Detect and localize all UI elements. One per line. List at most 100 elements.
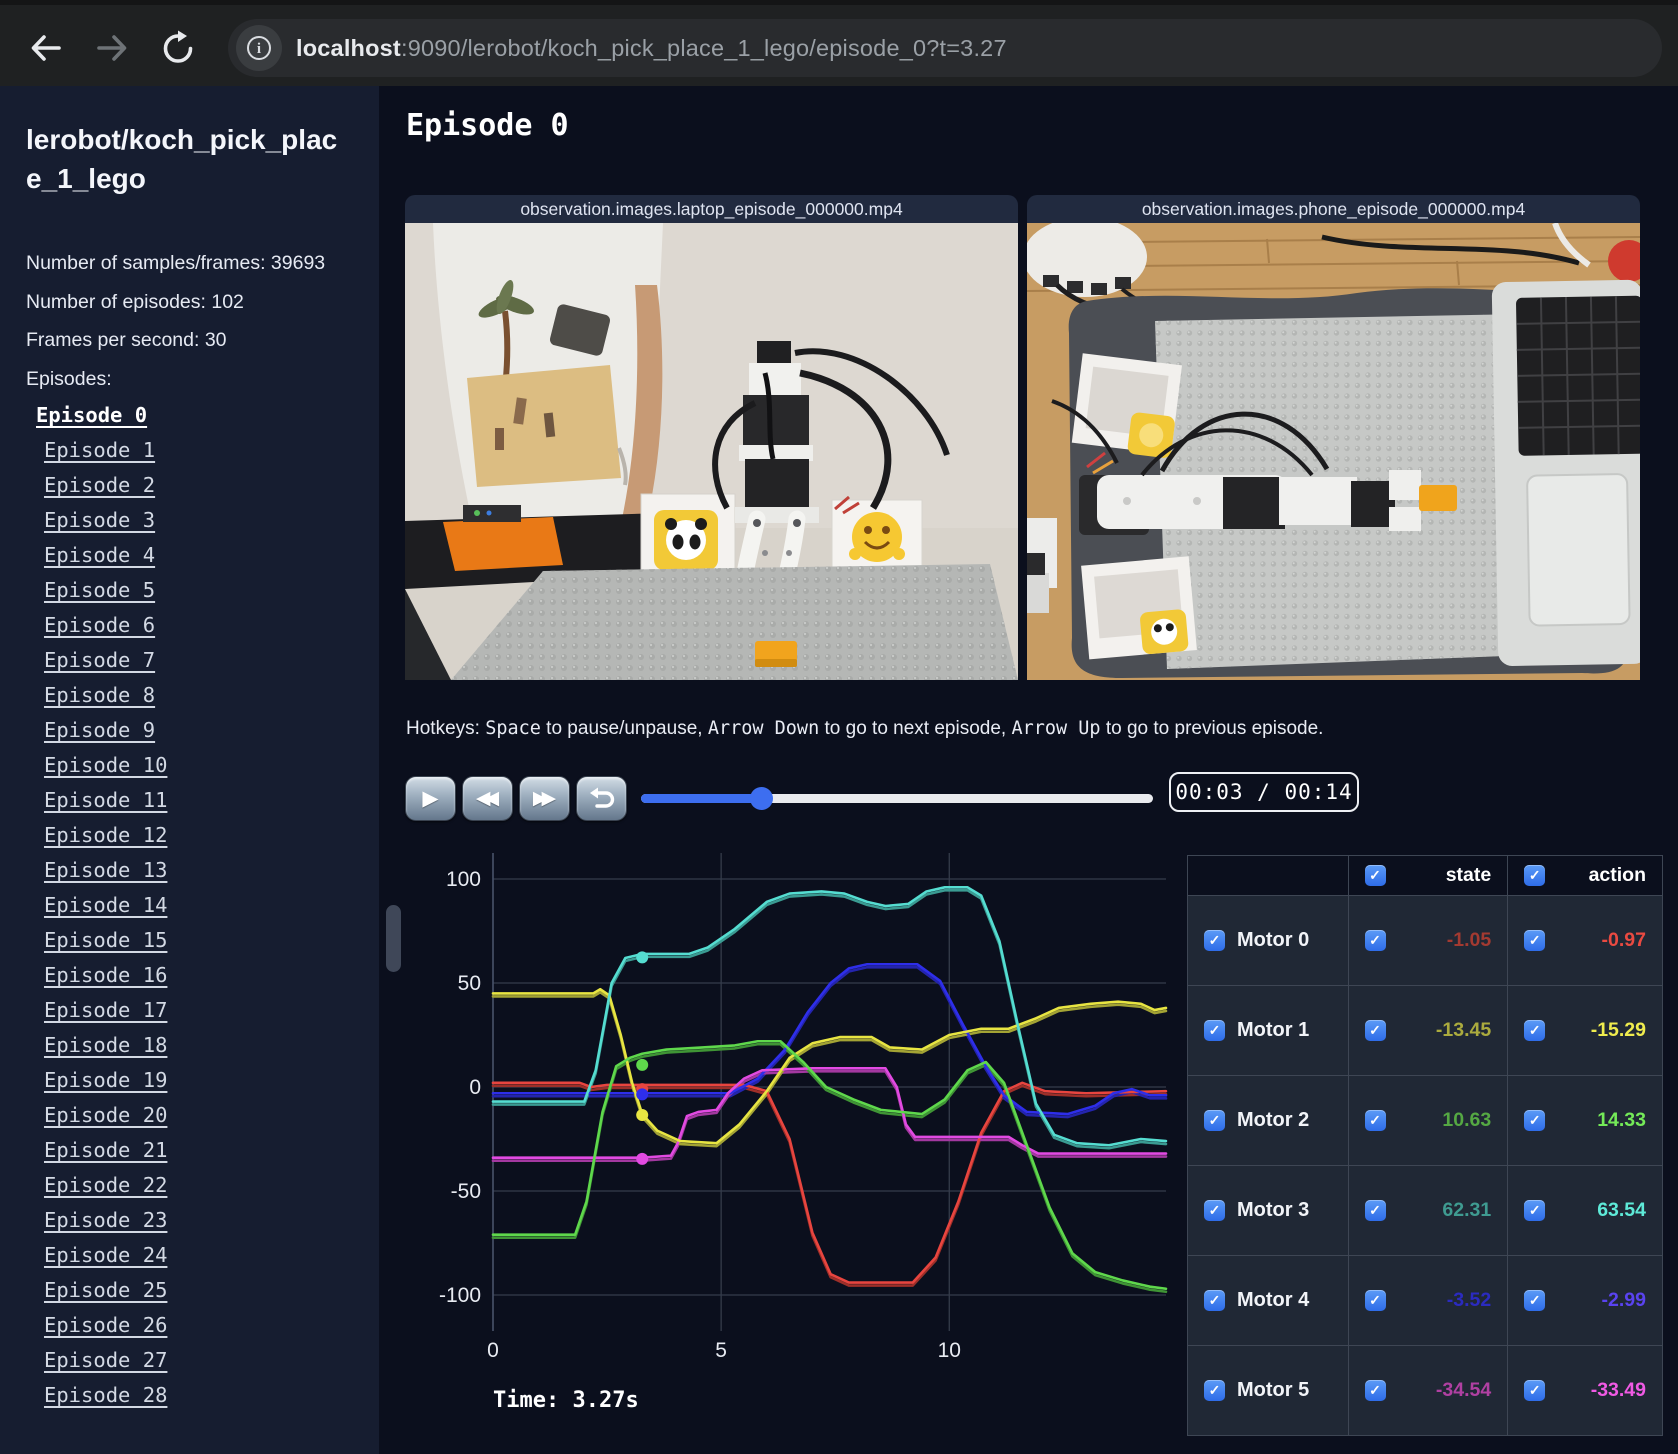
episode-link[interactable]: Episode 22 (44, 1168, 167, 1203)
back-icon[interactable] (26, 28, 66, 68)
episode-link[interactable]: Episode 18 (44, 1028, 167, 1063)
slider-thumb[interactable] (749, 787, 773, 810)
seek-slider[interactable] (641, 786, 1153, 810)
rewind-button[interactable]: ◀◀ (462, 776, 513, 821)
fast-forward-button[interactable]: ▶▶ (519, 776, 570, 821)
state-value: -3.52 (1446, 1289, 1492, 1311)
episode-link[interactable]: Episode 27 (44, 1343, 167, 1378)
episode-heading: Episode 0 (406, 108, 569, 143)
browser-toolbar: i localhost:9090/lerobot/koch_pick_place… (0, 0, 1678, 86)
episode-link[interactable]: Episode 20 (44, 1098, 167, 1133)
state-checkbox[interactable]: ✓ (1364, 1020, 1386, 1041)
time-display: 00:03 / 00:14 (1169, 772, 1359, 812)
motor-checkbox[interactable]: ✓ (1204, 1110, 1225, 1131)
box-top-left (1071, 353, 1182, 458)
state-value: 10.63 (1442, 1109, 1492, 1131)
chart-line (491, 889, 1168, 1150)
episodes-label: Episodes: (26, 367, 112, 390)
rewind-icon: ◀◀ (475, 788, 499, 809)
episode-link[interactable]: Episode 19 (44, 1063, 167, 1098)
motor-row: ✓ Motor 2 ✓ 10.63 ✓ 14.33 (1187, 1075, 1663, 1166)
episode-link[interactable]: Episode 17 (44, 993, 167, 1028)
state-checkbox[interactable]: ✓ (1364, 1290, 1386, 1311)
laptop-video[interactable] (405, 223, 1018, 680)
episode-link[interactable]: Episode 9 (44, 713, 155, 748)
state-value: -1.05 (1446, 929, 1492, 951)
motor-name: Motor 3 (1237, 1199, 1310, 1221)
x-tick-label: 10 (938, 1339, 961, 1362)
action-checkbox[interactable]: ✓ (1524, 1290, 1546, 1311)
episode-link[interactable]: Episode 0 (36, 398, 147, 433)
url-text: localhost:9090/lerobot/koch_pick_place_1… (296, 34, 1007, 61)
play-button[interactable]: ▶ (405, 776, 456, 821)
y-tick-label: -100 (439, 1284, 481, 1307)
action-column-checkbox[interactable]: ✓ (1524, 865, 1546, 886)
action-checkbox[interactable]: ✓ (1524, 930, 1546, 951)
slider-fill (641, 794, 761, 803)
state-value: -34.54 (1435, 1379, 1492, 1401)
action-checkbox[interactable]: ✓ (1524, 1110, 1546, 1131)
episode-link[interactable]: Episode 23 (44, 1203, 167, 1238)
motor-checkbox[interactable]: ✓ (1204, 1020, 1225, 1041)
episode-link[interactable]: Episode 14 (44, 888, 167, 923)
episode-link[interactable]: Episode 25 (44, 1273, 167, 1308)
state-checkbox[interactable]: ✓ (1364, 1380, 1386, 1401)
phone-video[interactable] (1027, 223, 1640, 680)
episode-link[interactable]: Episode 3 (44, 503, 155, 538)
address-bar[interactable]: i localhost:9090/lerobot/koch_pick_place… (228, 19, 1662, 77)
episode-link[interactable]: Episode 5 (44, 573, 155, 608)
episode-link[interactable]: Episode 21 (44, 1133, 167, 1168)
box-bottom-left (1081, 556, 1197, 660)
episode-list: Episode 0 Episode 1 Episode 2 Episode 3 Epis… (0, 398, 379, 1413)
episode-link[interactable]: Episode 7 (44, 643, 155, 678)
forward-icon[interactable] (92, 28, 132, 68)
site-info-icon[interactable]: i (236, 25, 282, 71)
episode-link[interactable]: Episode 24 (44, 1238, 167, 1273)
episode-link[interactable]: Episode 12 (44, 818, 167, 853)
motor-name: Motor 0 (1237, 929, 1310, 951)
episode-link[interactable]: Episode 4 (44, 538, 155, 573)
episode-link[interactable]: Episode 16 (44, 958, 167, 993)
episode-link[interactable]: Episode 15 (44, 923, 167, 958)
action-checkbox[interactable]: ✓ (1524, 1200, 1546, 1221)
player-controls: ▶ ◀◀ ▶▶ (405, 776, 627, 821)
action-value: -15.29 (1590, 1019, 1646, 1041)
stat-episodes: Number of episodes: 102 (26, 290, 244, 313)
motor-row: ✓ Motor 1 ✓ -13.45 ✓ -15.29 (1187, 985, 1663, 1076)
state-checkbox[interactable]: ✓ (1364, 930, 1386, 951)
episode-link[interactable]: Episode 8 (44, 678, 155, 713)
motor-checkbox[interactable]: ✓ (1204, 930, 1225, 951)
episode-link[interactable]: Episode 6 (44, 608, 155, 643)
motor-row: ✓ Motor 4 ✓ -3.52 ✓ -2.99 (1187, 1255, 1663, 1346)
episode-link[interactable]: Episode 13 (44, 853, 167, 888)
dataset-stats: Number of samples/frames: 39693 Number o… (26, 244, 336, 360)
episode-link[interactable]: Episode 28 (44, 1378, 167, 1413)
episode-link[interactable]: Episode 2 (44, 468, 155, 503)
action-checkbox[interactable]: ✓ (1524, 1380, 1546, 1401)
table-header-row: ✓ state ✓ action (1187, 855, 1663, 896)
video-panel-laptop: observation.images.laptop_episode_000000… (405, 195, 1018, 680)
action-value: -33.49 (1590, 1379, 1646, 1401)
motor-checkbox[interactable]: ✓ (1204, 1380, 1225, 1401)
slider-track[interactable] (641, 794, 1153, 803)
lego-brick (755, 641, 797, 667)
episode-link[interactable]: Episode 1 (44, 433, 155, 468)
motor-checkbox[interactable]: ✓ (1204, 1200, 1225, 1221)
state-column-checkbox[interactable]: ✓ (1364, 865, 1386, 886)
state-checkbox[interactable]: ✓ (1364, 1110, 1386, 1131)
motor-checkbox[interactable]: ✓ (1204, 1290, 1225, 1311)
state-checkbox[interactable]: ✓ (1364, 1200, 1386, 1221)
motor-name: Motor 1 (1237, 1019, 1310, 1041)
episode-link[interactable]: Episode 26 (44, 1308, 167, 1343)
motor-row: ✓ Motor 5 ✓ -34.54 ✓ -33.49 (1187, 1345, 1663, 1436)
loop-button[interactable] (576, 776, 627, 821)
action-checkbox[interactable]: ✓ (1524, 1020, 1546, 1041)
episode-link[interactable]: Episode 10 (44, 748, 167, 783)
video-panel-phone: observation.images.phone_episode_000000.… (1027, 195, 1640, 680)
empty-header-cell (1187, 855, 1349, 896)
reload-icon[interactable] (158, 28, 198, 68)
motor-name: Motor 5 (1237, 1379, 1310, 1401)
episode-link[interactable]: Episode 11 (44, 783, 167, 818)
motor-name: Motor 2 (1237, 1109, 1310, 1131)
motor-chart: 100 50 0 -50 -100 0 5 10 Time: 3.27s (439, 853, 1168, 1413)
